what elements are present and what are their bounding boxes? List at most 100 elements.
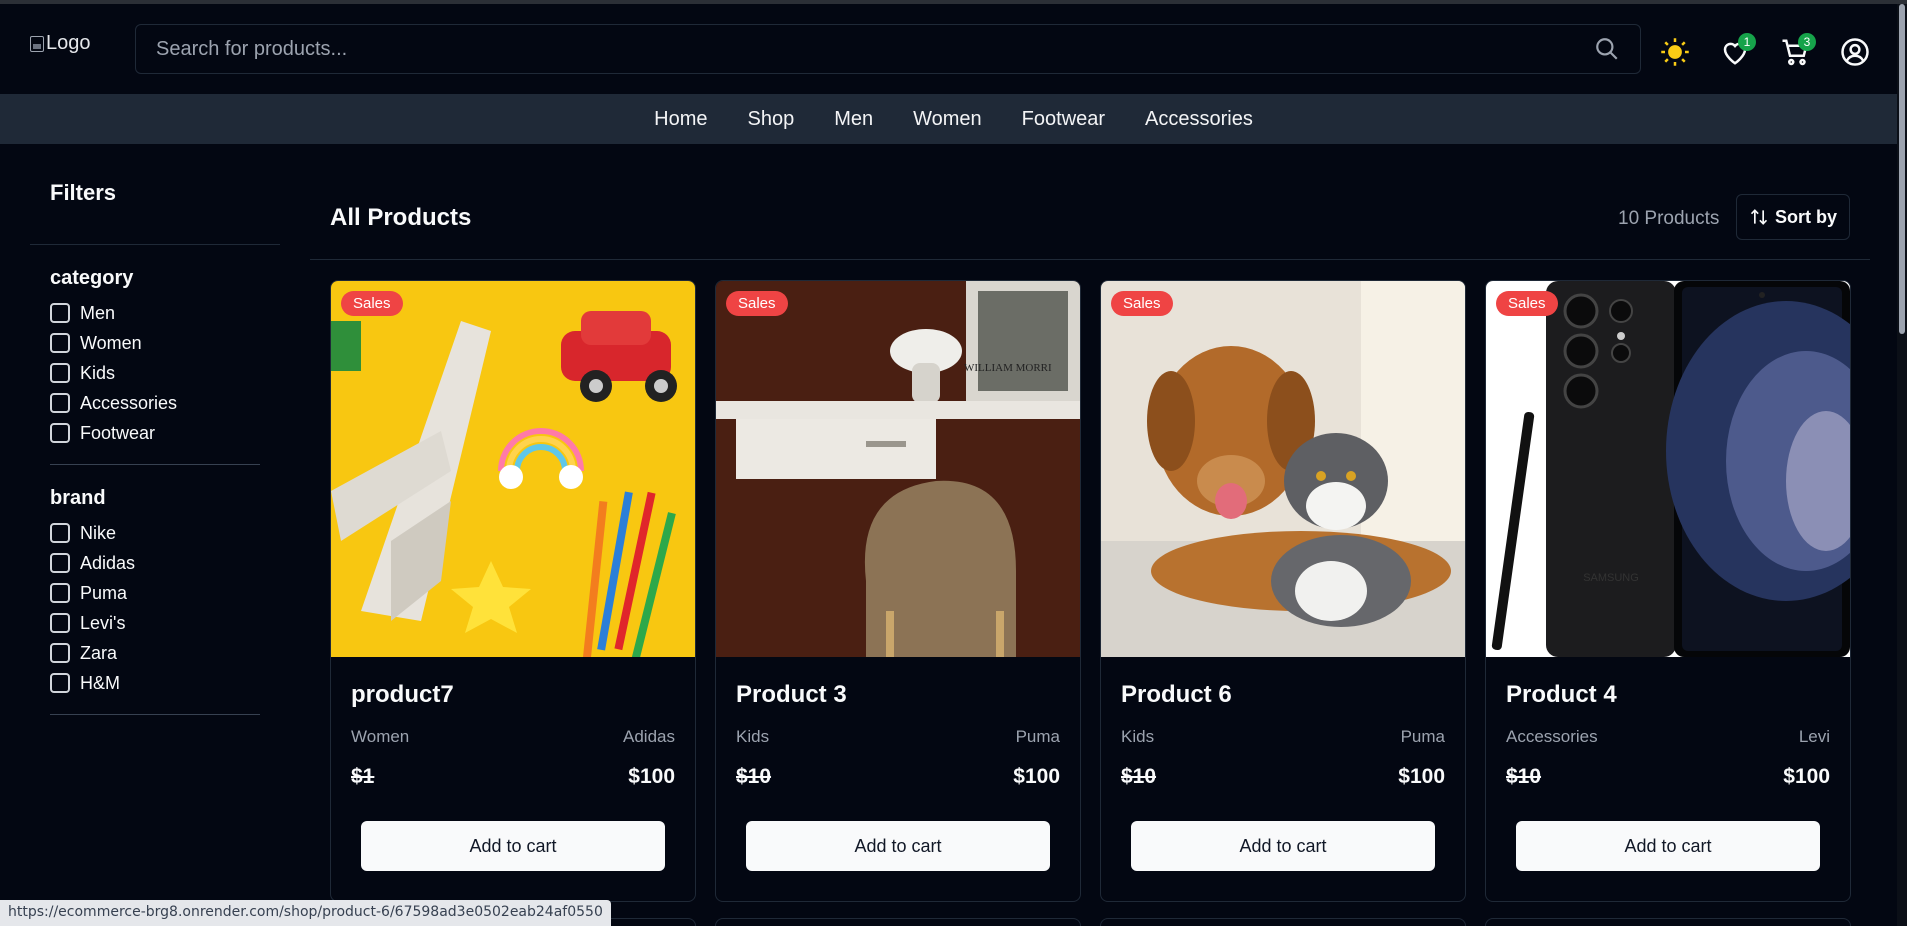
product-brand: Adidas: [623, 727, 675, 746]
original-price: $10: [736, 765, 772, 788]
filter-option-adidas[interactable]: Adidas: [50, 548, 280, 578]
checkbox[interactable]: [50, 423, 70, 443]
desk-poster-text: WILLIAM MORRI: [964, 362, 1052, 374]
product-card[interactable]: Sales Product 6 Kids Puma $10 $100 Add t…: [1100, 280, 1466, 902]
filter-option-label: Kids: [80, 362, 116, 383]
nav-men[interactable]: Men: [834, 108, 873, 131]
wishlist-badge: 1: [1738, 33, 1756, 51]
product-name[interactable]: product7: [351, 681, 454, 709]
product-card-partial[interactable]: [715, 918, 1081, 926]
sale-price: $100: [1398, 765, 1445, 788]
page-scrollbar[interactable]: [1897, 4, 1907, 926]
original-price: $10: [1506, 765, 1542, 788]
nav-accessories[interactable]: Accessories: [1145, 108, 1253, 131]
add-to-cart-button[interactable]: Add to cart: [1516, 821, 1820, 871]
product-name[interactable]: Product 4: [1506, 681, 1617, 709]
category-filter-title: category: [50, 267, 134, 289]
link-status-bar: https://ecommerce-brg8.onrender.com/shop…: [0, 900, 611, 926]
product-card-partial[interactable]: [1485, 918, 1851, 926]
nav-footwear[interactable]: Footwear: [1022, 108, 1105, 131]
nav-home[interactable]: Home: [654, 108, 707, 131]
nav-shop[interactable]: Shop: [748, 108, 795, 131]
checkbox[interactable]: [50, 673, 70, 693]
add-to-cart-button[interactable]: Add to cart: [361, 821, 665, 871]
scrollbar-thumb[interactable]: [1899, 4, 1905, 334]
checkbox[interactable]: [50, 333, 70, 353]
page-title: All Products: [330, 204, 472, 231]
product-category: Kids: [1121, 727, 1155, 746]
filter-option-label: Puma: [80, 582, 128, 603]
category-filter-group: category Men Women Kids Accessories Foot…: [30, 245, 280, 465]
dog-and-cat-photo: [1101, 281, 1465, 657]
product-card[interactable]: Sales product7 Women Adidas $1 $100 Add …: [330, 280, 696, 902]
sale-price: $100: [1783, 765, 1830, 788]
filter-option-nike[interactable]: Nike: [50, 518, 280, 548]
product-brand: Puma: [1400, 727, 1445, 746]
brand-filter-title: brand: [50, 487, 106, 509]
logo[interactable]: Logo: [30, 32, 91, 55]
checkbox[interactable]: [50, 303, 70, 323]
search-input[interactable]: Search for products...: [156, 38, 1594, 61]
filters-title: Filters: [50, 180, 117, 205]
product-brand: Levi: [1798, 727, 1830, 746]
search-icon[interactable]: [1594, 36, 1620, 62]
filter-option-kids[interactable]: Kids: [50, 358, 280, 388]
checkbox[interactable]: [50, 583, 70, 603]
product-card[interactable]: SAMSUNG Sales Product 4 Accessories Levi…: [1485, 280, 1851, 902]
filter-option-puma[interactable]: Puma: [50, 578, 280, 608]
product-image[interactable]: [1101, 281, 1465, 657]
checkbox[interactable]: [50, 553, 70, 573]
product-count: 10 Products: [1618, 208, 1720, 229]
product-image[interactable]: [331, 281, 695, 657]
product-card-partial[interactable]: [1100, 918, 1466, 926]
filter-option-accessories[interactable]: Accessories: [50, 388, 280, 418]
user-account-icon[interactable]: [1840, 37, 1870, 67]
filters-panel: Filters category Men Women Kids Accessor…: [30, 180, 280, 715]
product-card[interactable]: WILLIAM MORRI Sales Product 3 Kids Puma …: [715, 280, 1081, 902]
product-brand: Puma: [1015, 727, 1060, 746]
checkbox[interactable]: [50, 393, 70, 413]
checkbox[interactable]: [50, 643, 70, 663]
checkbox[interactable]: [50, 523, 70, 543]
filter-option-label: Accessories: [80, 392, 178, 413]
sun-icon[interactable]: [1660, 37, 1690, 67]
brand-filter-group: brand Nike Adidas Puma Levi's Zara H&M: [30, 465, 280, 715]
wishlist-button[interactable]: 1: [1720, 33, 1756, 67]
checkbox[interactable]: [50, 363, 70, 383]
sort-label: Sort by: [1774, 206, 1837, 227]
product-image[interactable]: WILLIAM MORRI: [716, 281, 1080, 657]
filter-option-label: Men: [80, 302, 116, 323]
filter-option-zara[interactable]: Zara: [50, 638, 280, 668]
filter-option-label: Women: [80, 332, 142, 353]
sale-badge: Sales: [341, 291, 403, 316]
cart-badge: 3: [1798, 33, 1816, 51]
search-bar[interactable]: Search for products...: [135, 24, 1641, 74]
toys-photo: [331, 281, 695, 657]
sort-arrows-icon: [1750, 209, 1768, 225]
product-image[interactable]: SAMSUNG: [1486, 281, 1850, 657]
filter-option-label: Zara: [80, 642, 118, 663]
filter-option-label: Nike: [80, 522, 117, 543]
add-to-cart-button[interactable]: Add to cart: [1131, 821, 1435, 871]
checkbox[interactable]: [50, 613, 70, 633]
product-name[interactable]: Product 3: [736, 681, 847, 709]
filter-option-women[interactable]: Women: [50, 328, 280, 358]
product-category: Kids: [736, 727, 770, 746]
original-price: $10: [1121, 765, 1157, 788]
filter-option-footwear[interactable]: Footwear: [50, 418, 280, 448]
filter-group-divider: [50, 714, 260, 715]
filter-option-label: Levi's: [80, 612, 126, 633]
filter-option-men[interactable]: Men: [50, 298, 280, 328]
original-price: $1: [351, 765, 375, 788]
cart-button[interactable]: 3: [1780, 33, 1816, 67]
sort-button[interactable]: Sort by: [1736, 194, 1850, 240]
product-name[interactable]: Product 6: [1121, 681, 1232, 709]
filter-option-hm[interactable]: H&M: [50, 668, 280, 698]
add-to-cart-button[interactable]: Add to cart: [746, 821, 1050, 871]
filter-option-label: Adidas: [80, 552, 136, 573]
filter-option-levis[interactable]: Levi's: [50, 608, 280, 638]
sale-badge: Sales: [726, 291, 788, 316]
filter-option-label: H&M: [80, 672, 120, 693]
nav-women[interactable]: Women: [913, 108, 982, 131]
sale-price: $100: [628, 765, 675, 788]
